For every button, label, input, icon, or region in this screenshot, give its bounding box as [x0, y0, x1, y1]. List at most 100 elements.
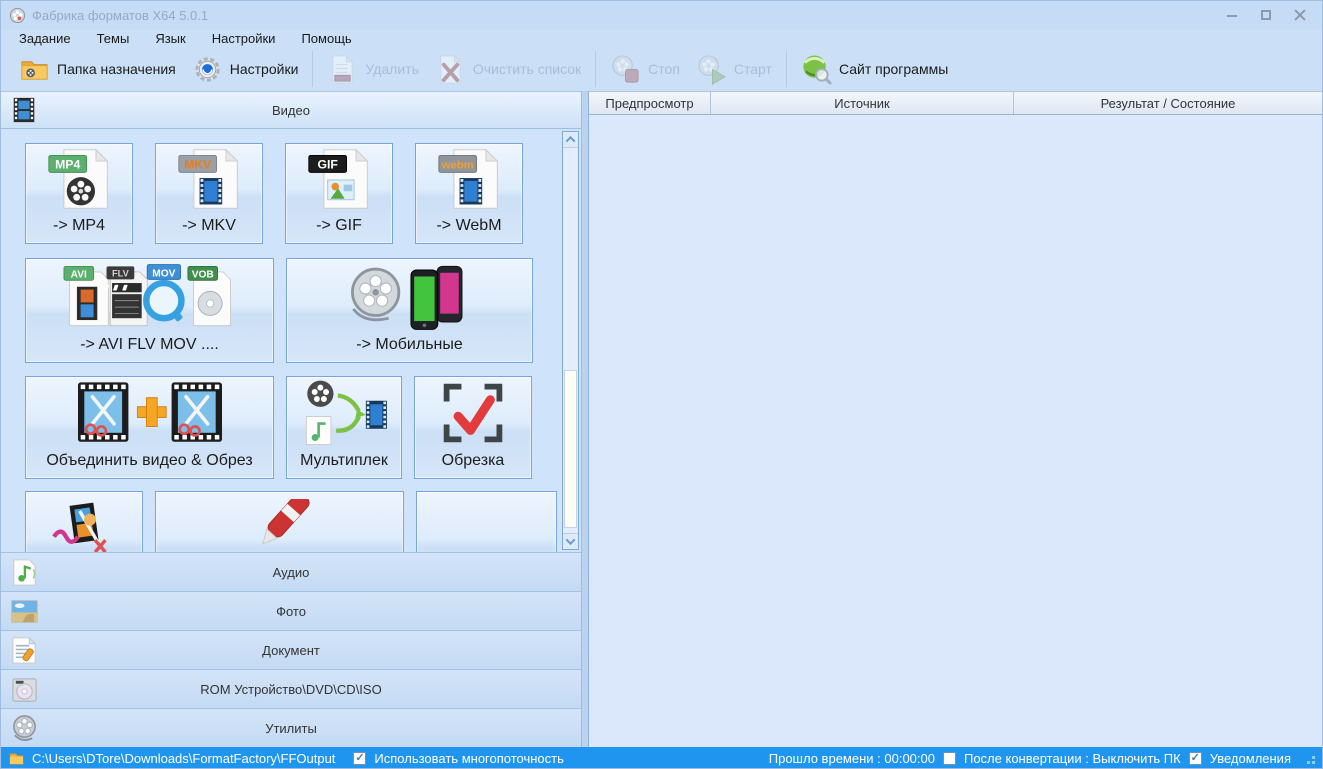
to-webm-label: -> WebM [416, 213, 522, 243]
audio-category-label: Аудио [1, 565, 581, 580]
category-photo[interactable]: Фото [1, 591, 581, 630]
to-gif-label: -> GIF [286, 213, 392, 243]
main-area: Видео MP4 -> MP4 [1, 91, 1322, 747]
clear-list-button[interactable]: Очистить список [427, 50, 589, 89]
shutdown-checkbox[interactable] [943, 752, 956, 765]
gif-file-icon: GIF [300, 146, 378, 212]
menu-help[interactable]: Помощь [301, 31, 351, 46]
task-list-body[interactable] [589, 115, 1322, 747]
folder-icon [19, 54, 50, 85]
category-audio[interactable]: Аудио [1, 552, 581, 591]
website-button[interactable]: Сайт программы [793, 50, 956, 89]
rom-category-icon [10, 675, 39, 704]
svg-text:GIF: GIF [317, 157, 338, 171]
to-avi-flv-mov-button[interactable]: AVI FLV MOV [25, 258, 274, 363]
toolbar-separator [595, 51, 596, 87]
menu-themes[interactable]: Темы [97, 31, 130, 46]
remove-item-icon [327, 54, 358, 85]
category-document[interactable]: Документ [1, 630, 581, 669]
category-rom[interactable]: ROM Устройство\DVD\CD\ISO [1, 669, 581, 708]
resize-grip[interactable] [1303, 752, 1316, 765]
crop-label: Обрезка [415, 448, 531, 478]
crop-check-icon [439, 380, 507, 446]
start-button[interactable]: Старт [688, 50, 780, 89]
scrollbar-thumb[interactable] [564, 370, 577, 528]
svg-text:MP4: MP4 [55, 157, 80, 171]
toolbar-separator [312, 51, 313, 87]
output-path[interactable]: C:\Users\DTore\Downloads\FormatFactory\F… [32, 751, 335, 766]
menu-task[interactable]: Задание [19, 31, 71, 46]
format-panel: Видео MP4 -> MP4 [1, 91, 581, 747]
red-pen-icon [220, 499, 340, 553]
document-category-label: Документ [1, 643, 581, 658]
svg-text:AVI: AVI [70, 269, 86, 280]
mux-label: Мультиплек [287, 448, 401, 478]
toolbar-separator [786, 51, 787, 87]
settings-label: Настройки [230, 61, 299, 77]
crop-button[interactable]: Обрезка [414, 376, 532, 479]
dest-folder-button[interactable]: Папка назначения [11, 50, 184, 89]
menu-settings[interactable]: Настройки [212, 31, 276, 46]
photo-category-label: Фото [1, 604, 581, 619]
mux-button[interactable]: Мультиплек [286, 376, 402, 479]
category-video[interactable]: Видео [1, 91, 581, 129]
multithread-label: Использовать многопоточность [374, 751, 563, 766]
clear-list-icon [435, 54, 466, 85]
to-mp4-button[interactable]: MP4 -> MP4 [25, 143, 133, 244]
app-icon [9, 7, 26, 24]
rename-pen-button[interactable] [155, 491, 404, 552]
stop-label: Стоп [648, 61, 680, 77]
join-clip-button[interactable]: Объединить видео & Обрез [25, 376, 274, 479]
video-panel-scrollbar[interactable] [562, 131, 579, 550]
to-webm-button[interactable]: webm -> WebM [415, 143, 523, 244]
output-folder-icon[interactable] [9, 752, 24, 765]
to-mobile-label: -> Мобильные [287, 332, 532, 362]
to-mkv-label: -> MKV [156, 213, 262, 243]
scroll-up-icon[interactable] [563, 132, 578, 148]
webm-file-icon: webm [430, 146, 508, 212]
settings-button[interactable]: Настройки [184, 50, 307, 89]
minimize-icon[interactable] [1226, 9, 1238, 21]
website-label: Сайт программы [839, 61, 948, 77]
title-bar: Фабрика форматов X64 5.0.1 [1, 1, 1322, 29]
task-list-panel: Предпросмотр Источник Результат / Состоя… [589, 91, 1322, 747]
mkv-file-icon: MKV [170, 146, 248, 212]
elapsed-time: Прошло времени : 00:00:00 [769, 751, 935, 766]
svg-text:webm: webm [441, 159, 474, 171]
clip-effect-button[interactable] [25, 491, 143, 552]
video-category-icon [10, 96, 38, 124]
mobile-devices-icon [335, 259, 485, 332]
close-icon[interactable] [1294, 9, 1306, 21]
gear-icon [192, 54, 223, 85]
category-utilities[interactable]: Утилиты [1, 708, 581, 747]
maximize-icon[interactable] [1260, 9, 1272, 21]
join-clip-label: Объединить видео & Обрез [26, 448, 273, 478]
column-preview[interactable]: Предпросмотр [589, 92, 711, 114]
remove-label: Удалить [365, 61, 418, 77]
notifications-label: Уведомления [1210, 751, 1291, 766]
notifications-checkbox[interactable]: ✓ [1189, 752, 1202, 765]
svg-text:MOV: MOV [152, 268, 175, 279]
menu-language[interactable]: Язык [155, 31, 185, 46]
mux-icon [294, 378, 394, 448]
extra-tool-button[interactable] [416, 491, 557, 552]
scroll-down-icon[interactable] [563, 533, 578, 549]
column-result[interactable]: Результат / Состояние [1014, 92, 1322, 114]
utilities-category-label: Утилиты [1, 721, 581, 736]
task-list-header: Предпросмотр Источник Результат / Состоя… [589, 91, 1322, 115]
status-bar: C:\Users\DTore\Downloads\FormatFactory\F… [1, 747, 1322, 769]
to-avi-flv-mov-label: -> AVI FLV MOV .... [26, 332, 273, 362]
to-gif-button[interactable]: GIF -> GIF [285, 143, 393, 244]
stop-icon [610, 54, 641, 85]
avi-flv-mov-vob-icons: AVI FLV MOV [50, 259, 250, 332]
svg-text:MKV: MKV [184, 157, 212, 171]
remove-button[interactable]: Удалить [319, 50, 426, 89]
rom-category-label: ROM Устройство\DVD\CD\ISO [1, 682, 581, 697]
stop-button[interactable]: Стоп [602, 50, 688, 89]
panel-splitter[interactable] [581, 91, 589, 747]
to-mkv-button[interactable]: MKV -> MKV [155, 143, 263, 244]
multithread-checkbox[interactable]: ✓ [353, 752, 366, 765]
column-source[interactable]: Источник [711, 92, 1014, 114]
to-mobile-button[interactable]: -> Мобильные [286, 258, 533, 363]
join-video-icon [50, 377, 250, 448]
